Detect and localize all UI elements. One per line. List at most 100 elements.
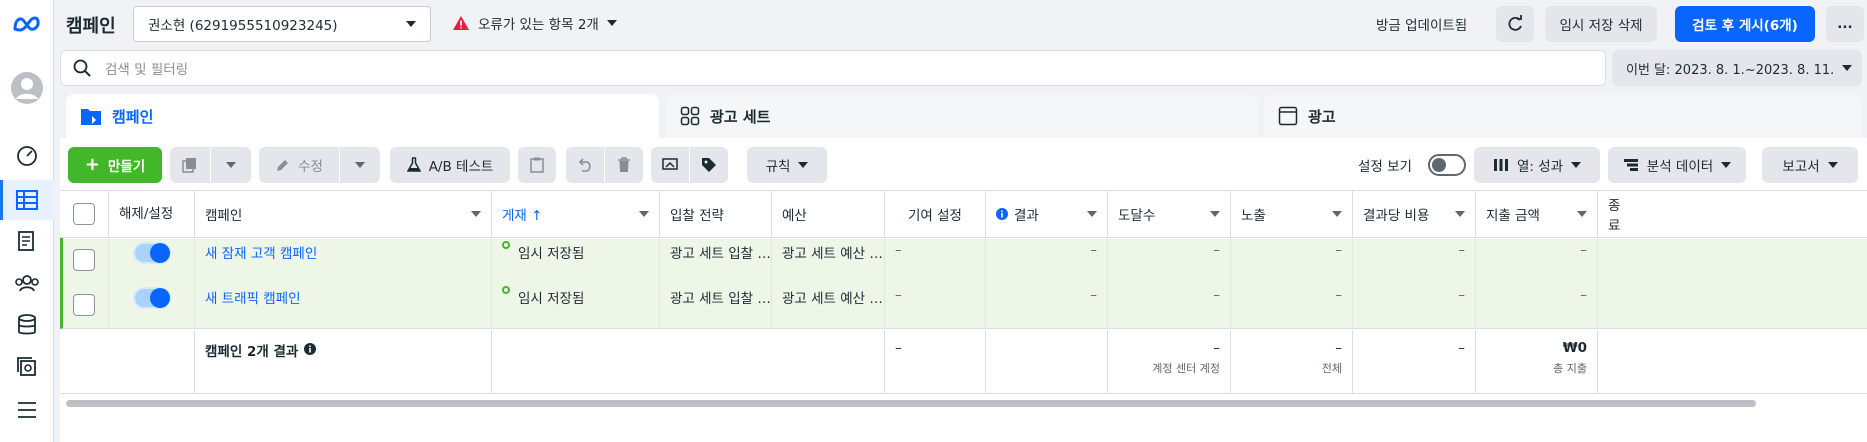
columns-dropdown[interactable]: 열: 성과 — [1474, 147, 1600, 183]
account-name: 권소현 (6291955510923245) — [148, 18, 338, 34]
column-label: 도달수 — [1118, 208, 1156, 224]
view-settings-toggle[interactable] — [1428, 154, 1466, 180]
selected-rows-outline — [60, 238, 1867, 329]
errors-label: 오류가 있는 항목 2개 — [478, 17, 599, 33]
column-cost-per-result[interactable]: 결과당 비용 — [1353, 191, 1476, 237]
audiences-icon[interactable] — [0, 263, 54, 303]
avatar-icon[interactable] — [0, 68, 54, 108]
summary-row: 캠페인 2개 결과 – – 계정 센터 계정 – 전체 – ₩0 총 지출 — [60, 330, 1867, 394]
edit-dropdown[interactable] — [340, 147, 380, 183]
delete-button[interactable] — [605, 147, 643, 183]
pencil-icon — [277, 159, 289, 171]
chevron-down-icon — [355, 162, 365, 168]
column-budget[interactable]: 예산 — [772, 191, 885, 237]
column-ends[interactable]: 종료 — [1598, 191, 1628, 237]
column-toggle[interactable]: 해제/설정 — [109, 191, 195, 237]
search-input[interactable]: 검색 및 필터링 — [105, 58, 188, 78]
column-label: 결과 — [1014, 208, 1039, 224]
duplicate-button[interactable] — [170, 147, 210, 183]
more-options-button[interactable]: ... — [1826, 6, 1864, 42]
undo-button[interactable] — [566, 147, 604, 183]
column-reach[interactable]: 도달수 — [1108, 191, 1231, 237]
summary-cost-per-result: – — [1353, 330, 1476, 393]
clipboard-button[interactable] — [518, 147, 556, 183]
tab-ads[interactable]: 광고 — [1264, 94, 1862, 138]
info-icon[interactable] — [304, 343, 317, 355]
errors-dropdown[interactable]: 오류가 있는 항목 2개 — [452, 13, 617, 33]
summary-spacer — [60, 330, 195, 393]
summary-reach-cell: – 계정 센터 계정 — [1108, 330, 1231, 393]
campaigns-table-icon[interactable] — [0, 180, 54, 220]
breakdown-dropdown[interactable]: 분석 데이터 — [1608, 147, 1746, 183]
column-attribution[interactable]: 기여 설정 — [885, 191, 986, 237]
chevron-down-icon — [1842, 65, 1853, 71]
refresh-icon — [1508, 15, 1522, 31]
rules-dropdown[interactable]: 규칙 — [747, 147, 827, 183]
summary-amount-spent-sub: 총 지출 — [1553, 362, 1587, 375]
billing-icon[interactable] — [0, 305, 54, 345]
chevron-down-icon — [226, 162, 236, 168]
summary-amount-spent: ₩0 — [1562, 340, 1587, 356]
select-all-checkbox[interactable] — [73, 203, 95, 225]
column-impressions[interactable]: 노출 — [1231, 191, 1353, 237]
column-amount-spent[interactable]: 지출 금액 — [1476, 191, 1598, 237]
left-navigation-rail — [0, 0, 54, 442]
chevron-down-icon — [471, 211, 481, 217]
preview-icon — [662, 158, 678, 170]
search-filter-bar[interactable]: 검색 및 필터링 — [60, 50, 1606, 86]
column-campaign[interactable]: 캠페인 — [195, 191, 492, 237]
top-header: 캠페인 권소현 (6291955510923245) 오류가 있는 항목 2개 … — [54, 0, 1867, 48]
date-range-picker[interactable]: 이번 달: 2023. 8. 1.~2023. 8. 11. — [1612, 50, 1862, 86]
ad-icon — [1278, 106, 1298, 126]
tab-campaigns[interactable]: 캠페인 — [66, 94, 659, 138]
reports-dropdown[interactable]: 보고서 — [1762, 147, 1858, 183]
tab-adsets[interactable]: 광고 세트 — [666, 94, 1258, 138]
date-range-label: 이번 달: 2023. 8. 1.~2023. 8. 11. — [1626, 62, 1835, 78]
review-publish-button[interactable]: 검토 후 게시(6개) — [1675, 6, 1815, 42]
adsets-icon — [680, 106, 700, 126]
create-label: 만들기 — [107, 159, 146, 175]
breakdown-label: 분석 데이터 — [1646, 159, 1714, 175]
summary-attribution: – — [885, 330, 986, 393]
column-label: 노출 — [1241, 208, 1266, 224]
summary-label-cell: 캠페인 2개 결과 — [195, 330, 492, 393]
column-results[interactable]: 결과 — [986, 191, 1108, 237]
column-label: 게재 ↑ — [502, 208, 543, 224]
create-button[interactable]: + 만들기 — [68, 147, 162, 183]
chevron-down-icon — [1827, 162, 1838, 168]
column-bid-strategy[interactable]: 입찰 전략 — [660, 191, 772, 237]
view-settings-label: 설정 보기 — [1358, 159, 1412, 175]
dashboard-icon[interactable] — [0, 135, 54, 175]
table-header: 해제/설정 캠페인 게재 ↑ 입찰 전략 예산 기여 설정 결과 도달수 노출 … — [60, 190, 1867, 238]
folder-icon — [81, 109, 101, 125]
ab-test-label: A/B 테스트 — [428, 159, 494, 175]
chevron-down-icon — [639, 211, 649, 217]
toggle-switch[interactable] — [1428, 154, 1466, 176]
tag-button[interactable] — [690, 147, 728, 183]
menu-icon[interactable] — [0, 390, 54, 430]
chevron-down-icon — [1332, 211, 1342, 217]
columns-icon — [1493, 159, 1508, 171]
catalog-icon[interactable] — [0, 347, 54, 387]
trash-icon — [618, 157, 630, 172]
discard-drafts-button[interactable]: 임시 저장 삭제 — [1545, 6, 1657, 42]
plus-icon: + — [84, 154, 100, 175]
columns-label: 열: 성과 — [1516, 159, 1564, 175]
preview-button[interactable] — [651, 147, 689, 183]
refresh-button[interactable] — [1496, 6, 1534, 42]
horizontal-scrollbar[interactable] — [66, 400, 1756, 407]
column-label: 결과당 비용 — [1363, 208, 1430, 224]
column-delivery[interactable]: 게재 ↑ — [492, 191, 660, 237]
flask-icon — [406, 157, 421, 172]
tag-icon — [702, 158, 716, 172]
summary-impressions-cell: – 전체 — [1231, 330, 1353, 393]
column-label: 지출 금액 — [1486, 208, 1540, 224]
edit-button[interactable]: 수정 — [259, 147, 339, 183]
duplicate-dropdown[interactable] — [211, 147, 251, 183]
account-selector[interactable]: 권소현 (6291955510923245) — [133, 6, 431, 42]
meta-logo-icon[interactable] — [0, 4, 54, 44]
summary-impressions: – — [1335, 340, 1342, 356]
pages-icon[interactable] — [0, 221, 54, 261]
summary-reach-sub: 계정 센터 계정 — [1152, 362, 1220, 375]
ab-test-button[interactable]: A/B 테스트 — [390, 147, 510, 183]
